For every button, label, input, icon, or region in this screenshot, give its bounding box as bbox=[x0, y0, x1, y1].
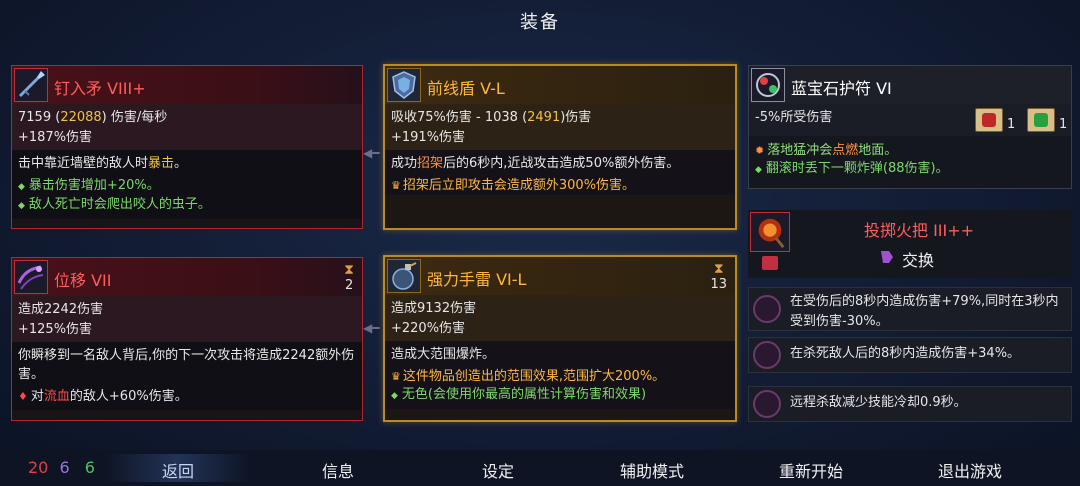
skill-header: 位移 VII ⧗ 2 bbox=[12, 258, 362, 296]
mutation-text: 在杀死敌人后的8秒内造成伤害+34%。 bbox=[790, 346, 1021, 361]
scroll-counters: 20 6 6 bbox=[28, 458, 95, 477]
weapon-perk: ♛ 招架后立即攻击会造成额外300%伤害。 bbox=[385, 177, 735, 195]
weapon-perk: ◆ 暴击伤害增加+20%。 bbox=[12, 177, 362, 196]
weapon-name: 钉入矛 VIII+ bbox=[54, 79, 146, 98]
skill-description: 造成大范围爆炸。 bbox=[385, 341, 735, 368]
bottom-menu-bar: 20 6 6 返回 信息 设定 辅助模式 重新开始 退出游戏 bbox=[0, 450, 1080, 486]
restart-button[interactable]: 重新开始 bbox=[779, 458, 843, 482]
shield-icon bbox=[387, 68, 421, 102]
weapon-description: 成功招架后的6秒内,近战攻击造成50%额外伤害。 bbox=[385, 150, 735, 177]
skill-perk: ♛ 这件物品创造出的范围效果,范围扩大200%。 bbox=[385, 368, 735, 386]
damage-bonus: +125%伤害 bbox=[18, 322, 93, 337]
mutation-icon bbox=[753, 390, 781, 418]
scroll-brutality-count: 1 bbox=[1007, 117, 1016, 132]
tactics-count: 6 bbox=[59, 458, 70, 477]
amulet-stats: -5%所受伤害 bbox=[749, 104, 1071, 136]
skill-stats: 造成9132伤害 +220%伤害 bbox=[385, 295, 735, 341]
teleport-icon bbox=[14, 260, 48, 294]
cooldown-timer: ⧗ 13 bbox=[710, 261, 727, 292]
amulet-name: 蓝宝石护符 VI bbox=[791, 79, 892, 98]
amulet-header: 蓝宝石护符 VI bbox=[749, 66, 1071, 104]
scroll-brutality-icon bbox=[975, 108, 1003, 132]
mutation-row[interactable]: 远程杀敌减少技能冷却0.9秒。 bbox=[748, 386, 1072, 422]
slot-link-arrow: ◀━ bbox=[363, 321, 380, 335]
mutation-text: 在受伤后的8秒内造成伤害+79%,同时在3秒内受到伤害-30%。 bbox=[790, 294, 1059, 329]
mutation-icon bbox=[753, 341, 781, 369]
grenade-icon bbox=[387, 259, 421, 293]
settings-button[interactable]: 设定 bbox=[482, 458, 514, 482]
weapon-name: 前线盾 V-L bbox=[427, 79, 505, 98]
skill-perk: ♦ 对流血的敌人+60%伤害。 bbox=[12, 388, 362, 410]
back-button[interactable]: 返回 bbox=[162, 458, 194, 482]
scroll-survival-count: 1 bbox=[1059, 117, 1068, 132]
amulet-card[interactable]: 蓝宝石护符 VI -5%所受伤害 ✹ 落地猛冲会点燃地面。 ◆ 翻滚时丢下一颗炸弹(… bbox=[748, 65, 1072, 189]
dps-crit-value: 22088 bbox=[60, 110, 102, 125]
skill-damage: 造成2242伤害 bbox=[18, 302, 104, 317]
skill-header: 强力手雷 VI-L ⧗ 13 bbox=[385, 257, 735, 295]
mutation-row[interactable]: 在受伤后的8秒内造成伤害+79%,同时在3秒内受到伤害-30%。 bbox=[748, 287, 1072, 331]
weapon-stats: 7159 (22088) 伤害/每秒 +187%伤害 bbox=[12, 104, 362, 150]
survival-count: 6 bbox=[84, 458, 95, 477]
swap-button[interactable]: 交换 bbox=[902, 247, 934, 271]
absorb-max-value: 2491 bbox=[527, 110, 561, 125]
weapon-header: 前线盾 V-L bbox=[385, 66, 735, 104]
swap-hand-icon bbox=[881, 251, 893, 263]
brutality-count: 20 bbox=[28, 458, 49, 477]
keyword-parry: 招架 bbox=[417, 156, 444, 171]
mutation-text: 远程杀敌减少技能冷却0.9秒。 bbox=[790, 395, 967, 410]
scroll-survival-icon bbox=[1027, 108, 1055, 132]
amulet-perk: ✹ 落地猛冲会点燃地面。 bbox=[755, 143, 898, 158]
info-button[interactable]: 信息 bbox=[322, 458, 354, 482]
skill-perk: ◆ 无色(会使用你最高的属性计算伤害和效果) bbox=[385, 386, 735, 409]
torch-icon bbox=[750, 212, 790, 252]
backpack-slot[interactable]: 投掷火把 III++ 交换 bbox=[748, 210, 1072, 278]
skill-stats: 造成2242伤害 +125%伤害 bbox=[12, 296, 362, 342]
weapon-card-secondary[interactable]: 前线盾 V-L 吸收75%伤害 - 1038 (2491)伤害 +191%伤害 … bbox=[383, 64, 737, 230]
slot-link-arrow: ◀━ bbox=[363, 146, 380, 160]
dps-unit: 伤害/每秒 bbox=[110, 110, 168, 125]
quit-game-button[interactable]: 退出游戏 bbox=[938, 458, 1002, 482]
skill-name: 强力手雷 VI-L bbox=[427, 270, 527, 289]
keyword-ignite: 点燃 bbox=[832, 143, 859, 158]
mutation-icon bbox=[753, 295, 781, 323]
mutation-row[interactable]: 在杀死敌人后的8秒内造成伤害+34%。 bbox=[748, 337, 1072, 373]
page-title: 装备 bbox=[520, 12, 560, 33]
dps-value: 7159 bbox=[18, 110, 52, 125]
backpack-item-name: 投掷火把 III++ bbox=[864, 221, 975, 240]
spear-icon bbox=[14, 68, 48, 102]
skill-damage: 造成9132伤害 bbox=[391, 301, 477, 316]
weapon-perk: ◆ 敌人死亡时会爬出咬人的虫子。 bbox=[12, 196, 362, 219]
hourglass-icon: ⧗ bbox=[344, 262, 354, 278]
weapon-stats: 吸收75%伤害 - 1038 (2491)伤害 +191%伤害 bbox=[385, 104, 735, 150]
backpack-tag bbox=[762, 256, 778, 270]
skill-description: 你瞬移到一名敌人背后,你的下一次攻击将造成2242额外伤害。 bbox=[12, 342, 362, 388]
damage-bonus: +187%伤害 bbox=[18, 130, 93, 145]
damage-bonus: +191%伤害 bbox=[391, 130, 466, 145]
assist-mode-button[interactable]: 辅助模式 bbox=[620, 458, 684, 482]
skill-card-secondary[interactable]: 强力手雷 VI-L ⧗ 13 造成9132伤害 +220%伤害 造成大范围爆炸。 … bbox=[383, 255, 737, 422]
damage-bonus: +220%伤害 bbox=[391, 321, 466, 336]
hourglass-icon: ⧗ bbox=[713, 261, 724, 277]
weapon-card-primary[interactable]: 钉入矛 VIII+ 7159 (22088) 伤害/每秒 +187%伤害 击中靠… bbox=[11, 65, 363, 229]
skill-card-primary[interactable]: 位移 VII ⧗ 2 造成2242伤害 +125%伤害 你瞬移到一名敌人背后,你的… bbox=[11, 257, 363, 421]
amulet-perk: ◆ 翻滚时丢下一颗炸弹(88伤害)。 bbox=[755, 161, 949, 176]
skill-name: 位移 VII bbox=[54, 271, 112, 290]
weapon-header: 钉入矛 VIII+ bbox=[12, 66, 362, 104]
cooldown-timer: ⧗ 2 bbox=[344, 262, 354, 293]
weapon-description: 击中靠近墙壁的敌人时暴击。 bbox=[12, 150, 362, 177]
keyword-bleed: 流血 bbox=[43, 389, 70, 404]
amulet-icon bbox=[751, 68, 785, 102]
keyword-crit: 暴击 bbox=[148, 156, 175, 171]
